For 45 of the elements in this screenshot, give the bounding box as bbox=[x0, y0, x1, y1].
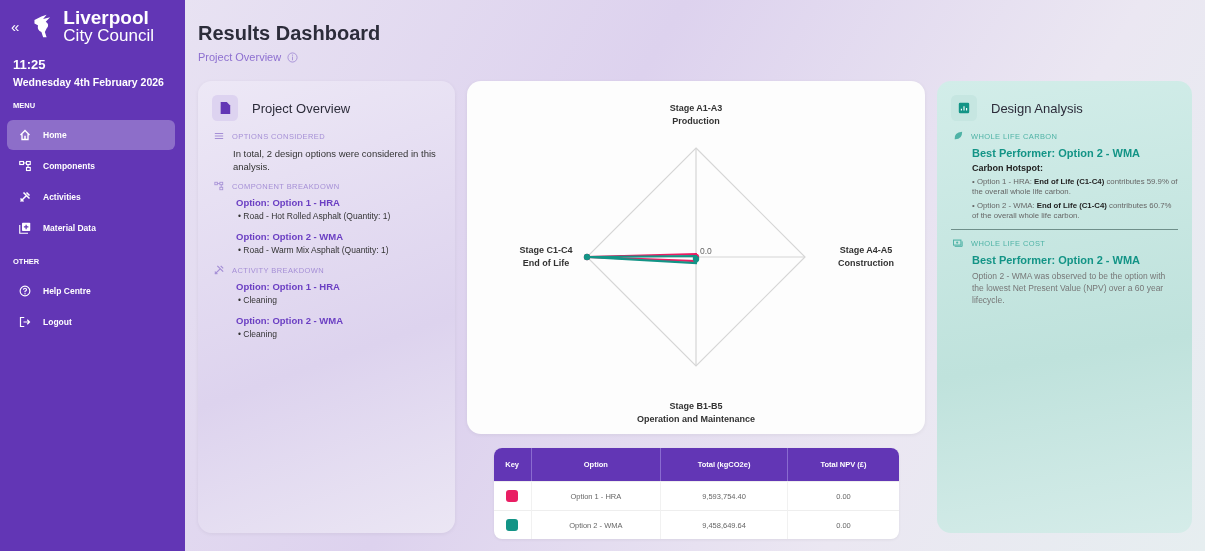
hotspot-label: Carbon Hotspot: bbox=[972, 163, 1044, 173]
logout-icon bbox=[19, 316, 31, 328]
home-icon bbox=[19, 129, 31, 141]
collapse-button[interactable]: « bbox=[11, 17, 26, 35]
option-item: • Road - Hot Rolled Asphalt (Quantity: 1) bbox=[238, 211, 392, 221]
option-name: Option: Option 1 - HRA bbox=[236, 197, 341, 208]
description-text: Option 2 - WMA was observed to be the option with the lowest Net Present Value (NPV) over a 60 year lifecycle. bbox=[972, 270, 1167, 306]
nav-item[interactable]: Components bbox=[7, 151, 175, 181]
info-icon[interactable] bbox=[287, 51, 299, 63]
nav-item[interactable]: Material Data bbox=[7, 213, 175, 243]
hierarchy-icon bbox=[19, 160, 31, 172]
page-title: Results Dashboard bbox=[198, 22, 382, 45]
tools-icon bbox=[19, 191, 31, 203]
page-subtitle: Project Overview bbox=[198, 51, 282, 63]
axis-label: Stage B1-B5 Operation and Maintenance bbox=[637, 401, 755, 424]
clock-time: 11:25 bbox=[13, 57, 47, 72]
option-name: Option: Option 2 - WMA bbox=[236, 231, 345, 242]
nav-item[interactable]: Help Centre bbox=[7, 276, 175, 306]
leaf-icon bbox=[953, 131, 963, 141]
help-icon bbox=[19, 285, 31, 297]
document-icon bbox=[212, 95, 238, 121]
nav-item[interactable]: Logout bbox=[7, 307, 175, 337]
option-name: Option: Option 1 - HRA bbox=[236, 281, 341, 292]
list-icon bbox=[214, 131, 224, 141]
option-name: Option: Option 2 - WMA bbox=[236, 315, 345, 326]
add-box-icon bbox=[19, 222, 31, 234]
option-item: • Cleaning bbox=[238, 329, 278, 339]
axis-label: Stage C1-C4 End of Life bbox=[519, 245, 573, 268]
date-text: Wednesday 4th February 2026 bbox=[13, 76, 165, 88]
hierarchy-icon bbox=[214, 181, 224, 191]
nav-item[interactable]: Home bbox=[7, 120, 175, 150]
nav-item[interactable]: Activities bbox=[7, 182, 175, 212]
card-title: Design Analysis bbox=[991, 100, 1083, 116]
tools-icon bbox=[214, 265, 224, 275]
cash-icon bbox=[953, 238, 963, 248]
best-performer: Best Performer: Option 2 - WMA bbox=[972, 254, 1142, 266]
option-item: • Cleaning bbox=[238, 295, 278, 305]
axis-label: Stage A1-A3 Production bbox=[669, 103, 723, 126]
option-item: • Road - Warm Mix Asphalt (Quantity: 1) bbox=[238, 245, 390, 255]
description-text: In total, 2 design options were considered in this analysis. bbox=[233, 147, 437, 173]
axis-label: Stage A4-A5 Construction bbox=[838, 245, 894, 268]
card-title: Project Overview bbox=[252, 100, 351, 116]
chart-icon bbox=[951, 95, 977, 121]
axis-tick: 0.0 bbox=[700, 246, 712, 256]
best-performer: Best Performer: Option 2 - WMA bbox=[972, 147, 1142, 159]
